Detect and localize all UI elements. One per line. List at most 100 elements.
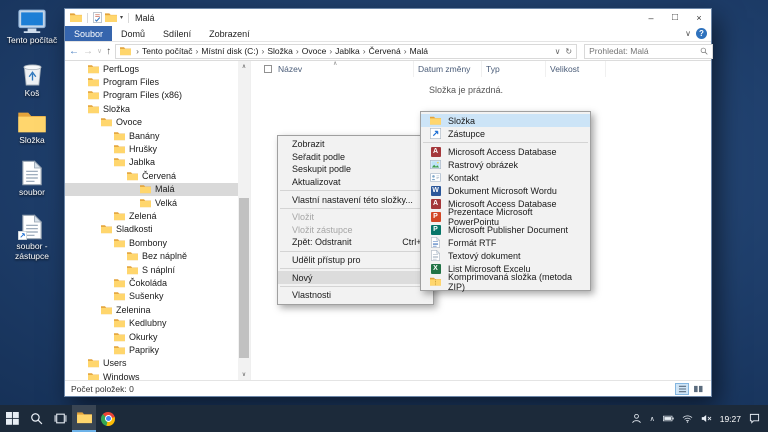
breadcrumb-jablka[interactable]: Jablka — [335, 46, 360, 56]
breadcrumb-this-pc[interactable]: Tento počítač — [142, 46, 193, 56]
start-button[interactable] — [0, 405, 24, 432]
task-view-button[interactable] — [48, 405, 72, 432]
tree-item-bombony[interactable]: Bombony — [65, 236, 238, 249]
tree-item-hrusky[interactable]: Hrušky — [65, 142, 238, 155]
newmenu-item-publisher-document[interactable]: PMicrosoft Publisher Document — [421, 223, 590, 236]
column-type[interactable]: Typ — [482, 61, 546, 77]
newmenu-item-access-database[interactable]: AMicrosoft Access Database — [421, 145, 590, 158]
maximize-button[interactable]: □ — [663, 9, 687, 26]
battery-icon[interactable] — [663, 413, 674, 424]
breadcrumb-ovoce[interactable]: Ovoce — [302, 46, 327, 56]
newmenu-item-word-document[interactable]: WDokument Microsoft Wordu — [421, 184, 590, 197]
menu-item-new[interactable]: Nový› — [278, 271, 433, 284]
tree-item-kedlubny[interactable]: Kedlubny — [65, 316, 238, 329]
tree-item-bez-naplne[interactable]: Bez náplně — [65, 249, 238, 262]
volume-muted-icon[interactable] — [701, 413, 712, 424]
back-button[interactable]: ← — [69, 46, 79, 57]
tree-item-zelenina[interactable]: Zelenina — [65, 303, 238, 316]
scroll-down-icon[interactable]: ∨ — [238, 369, 250, 380]
tree-scrollbar[interactable]: ∧ ∨ — [238, 61, 250, 380]
tree-item-jablka[interactable]: Jablka — [65, 156, 238, 169]
menu-item-customize-folder[interactable]: Vlastní nastavení této složky... — [278, 193, 433, 206]
tree-item-perflogs[interactable]: PerfLogs — [65, 62, 238, 75]
newmenu-item-contact[interactable]: Kontakt — [421, 171, 590, 184]
column-size[interactable]: Velikost — [546, 61, 606, 77]
tree-item-banany[interactable]: Banány — [65, 129, 238, 142]
wifi-icon[interactable] — [682, 413, 693, 424]
menu-item-sort-by[interactable]: Seřadit podle› — [278, 151, 433, 164]
newmenu-item-powerpoint-presentation[interactable]: PPrezentace Microsoft PowerPointu — [421, 210, 590, 223]
desktop-icon-recycle-bin[interactable]: Koš — [2, 59, 62, 99]
action-center-icon[interactable] — [749, 413, 760, 424]
address-bar[interactable]: › Tento počítač › Místní disk (C:) › Slo… — [115, 44, 577, 59]
taskbar-search-button[interactable] — [24, 405, 48, 432]
close-button[interactable]: × — [687, 9, 711, 26]
newmenu-item-zip-folder[interactable]: Komprimovaná složka (metoda ZIP) — [421, 275, 590, 288]
breadcrumb-slozka[interactable]: Složka — [267, 46, 293, 56]
tree-item-velka[interactable]: Velká — [65, 196, 238, 209]
up-button[interactable]: ↑ — [106, 46, 111, 57]
search-box[interactable] — [584, 44, 713, 59]
hidden-icons-chevron[interactable]: ∧ — [650, 415, 655, 423]
tree-item-ovoce[interactable]: Ovoce — [65, 116, 238, 129]
scroll-up-icon[interactable]: ∧ — [238, 61, 250, 72]
scrollbar-thumb[interactable] — [239, 198, 249, 358]
tree-item-slozka[interactable]: Složka — [65, 102, 238, 115]
tree-item-s-naplni[interactable]: S náplní — [65, 263, 238, 276]
breadcrumb-local-disk[interactable]: Místní disk (C:) — [201, 46, 258, 56]
newmenu-item-folder[interactable]: Složka — [421, 114, 590, 127]
tab-view[interactable]: Zobrazení — [200, 26, 259, 41]
tree-item-cervena[interactable]: Červená — [65, 169, 238, 182]
newmenu-item-text-document[interactable]: Textový dokument — [421, 249, 590, 262]
breadcrumb-mala[interactable]: Malá — [410, 46, 428, 56]
tree-item-cokolada[interactable]: Čokoláda — [65, 276, 238, 289]
desktop-icon-folder[interactable]: Složka — [2, 106, 62, 146]
taskbar-clock[interactable]: 19:27 — [720, 414, 741, 424]
menu-item-group-by[interactable]: Seskupit podle› — [278, 163, 433, 176]
desktop-icon-file[interactable]: soubor — [2, 158, 62, 198]
column-date-modified[interactable]: Datum změny — [414, 61, 482, 77]
details-view-button[interactable] — [675, 383, 689, 395]
new-folder-icon[interactable] — [105, 12, 117, 23]
crumb-separator: › — [136, 46, 139, 56]
newmenu-item-shortcut[interactable]: Zástupce — [421, 127, 590, 140]
tree-item-users[interactable]: Users — [65, 357, 238, 370]
people-icon[interactable] — [631, 413, 642, 424]
column-name[interactable]: Název∧ — [274, 61, 414, 77]
newmenu-item-bitmap-image[interactable]: Rastrový obrázek — [421, 158, 590, 171]
tree-item-sladkosti[interactable]: Sladkosti — [65, 223, 238, 236]
breadcrumb-cervena[interactable]: Červená — [369, 46, 401, 56]
menu-item-undo-delete[interactable]: Zpět: OdstranitCtrl+Z — [278, 236, 433, 249]
search-input[interactable] — [589, 46, 700, 56]
help-icon[interactable]: ? — [696, 28, 707, 39]
newmenu-item-rtf-format[interactable]: Formát RTF — [421, 236, 590, 249]
taskbar-file-explorer-button[interactable] — [72, 405, 96, 432]
tree-item-program-files-x86[interactable]: Program Files (x86) — [65, 89, 238, 102]
refresh-icon[interactable]: ↻ — [565, 47, 572, 56]
tab-share[interactable]: Sdílení — [154, 26, 200, 41]
qat-customize-icon[interactable]: ▾ — [120, 14, 123, 21]
tree-item-zelena[interactable]: Zelená — [65, 209, 238, 222]
menu-item-give-access[interactable]: Udělit přístup pro› — [278, 254, 433, 267]
select-all-checkbox[interactable] — [264, 65, 272, 73]
tree-item-okurky[interactable]: Okurky — [65, 330, 238, 343]
tree-item-susenky[interactable]: Sušenky — [65, 290, 238, 303]
desktop-icon-file-shortcut[interactable]: soubor - zástupce — [2, 212, 62, 262]
folder-icon — [114, 291, 125, 301]
address-dropdown-icon[interactable]: ∨ — [555, 47, 561, 56]
tree-item-mala[interactable]: Malá — [65, 183, 238, 196]
tree-item-windows[interactable]: Windows — [65, 370, 238, 380]
taskbar-chrome-button[interactable] — [96, 405, 120, 432]
icons-view-button[interactable] — [691, 383, 705, 395]
tree-item-papriky[interactable]: Papriky — [65, 343, 238, 356]
menu-item-view[interactable]: Zobrazit› — [278, 138, 433, 151]
tab-file[interactable]: Soubor — [65, 26, 112, 41]
menu-item-refresh[interactable]: Aktualizovat — [278, 176, 433, 189]
tab-home[interactable]: Domů — [112, 26, 154, 41]
tree-item-program-files[interactable]: Program Files — [65, 75, 238, 88]
menu-item-properties[interactable]: Vlastnosti — [278, 289, 433, 302]
desktop-icon-this-pc[interactable]: Tento počítač — [2, 6, 62, 46]
expand-ribbon-icon[interactable]: ∨ — [685, 29, 691, 38]
properties-icon[interactable] — [93, 12, 102, 23]
minimize-button[interactable]: – — [639, 9, 663, 26]
